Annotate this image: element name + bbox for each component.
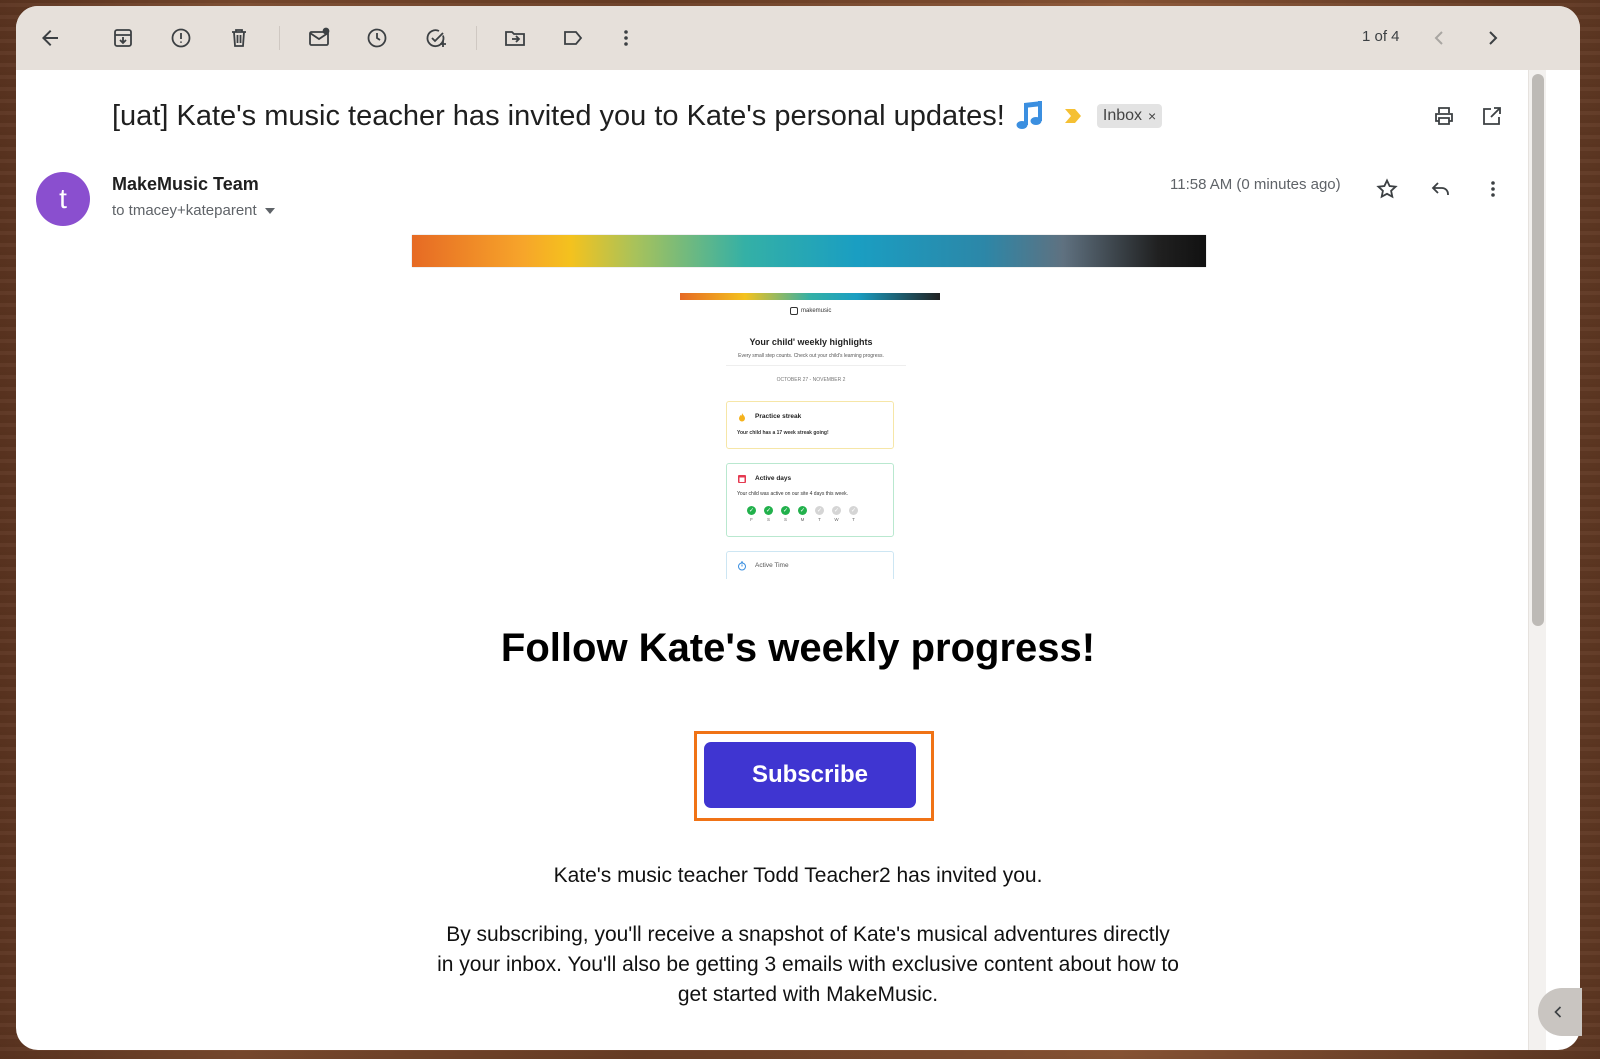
- add-to-tasks-icon[interactable]: [416, 18, 456, 58]
- active-time-card: Active Time: [726, 551, 894, 579]
- day-indicator: ✓ S: [781, 506, 790, 522]
- day-label: M: [800, 517, 805, 522]
- toolbar-divider: [476, 26, 477, 50]
- preview-subtitle: Every small step counts. Check out your …: [738, 353, 884, 359]
- scrollbar-thumb[interactable]: [1532, 74, 1544, 626]
- active-time-title: Active Time: [755, 562, 789, 569]
- gmail-window: 1 of 4 [uat] Kate's music teacher has in…: [16, 6, 1580, 1050]
- label-icon[interactable]: [553, 18, 593, 58]
- check-icon: ✓: [747, 506, 756, 515]
- toolbar-divider: [279, 26, 280, 50]
- weekly-highlights-preview-image: makemusic Your child' weekly highlights …: [680, 293, 942, 579]
- day-indicator: ✓ T: [849, 506, 858, 522]
- calendar-icon: [738, 475, 746, 483]
- musical-note-icon: [1013, 98, 1049, 134]
- vertical-scrollbar[interactable]: [1528, 70, 1546, 1050]
- pagination-count: 1 of 4: [1362, 28, 1400, 45]
- streak-card-text: Your child has a 17 week streak going!: [737, 430, 829, 436]
- older-chevron-icon[interactable]: [1472, 18, 1512, 58]
- active-days-card: Active days Your child was active on our…: [726, 463, 894, 537]
- check-icon: ✓: [832, 506, 841, 515]
- makemusic-logo-icon: [790, 307, 798, 315]
- active-days-title: Active days: [755, 475, 792, 482]
- check-icon: ✓: [764, 506, 773, 515]
- label-chip-text: Inbox: [1102, 107, 1143, 124]
- day-indicator: ✓ T: [815, 506, 824, 522]
- day-indicator: ✓ W: [832, 506, 841, 522]
- remove-label-icon[interactable]: ×: [1148, 108, 1156, 124]
- day-label: F: [750, 517, 753, 522]
- day-indicator: ✓ M: [798, 506, 807, 522]
- preview-logo: makemusic: [790, 307, 831, 315]
- day-label: T: [818, 517, 821, 522]
- practice-streak-card: Practice streak Your child has a 17 week…: [726, 401, 894, 449]
- report-spam-icon[interactable]: [161, 18, 201, 58]
- recipient-line: to tmacey+kateparent: [112, 202, 275, 219]
- more-vert-icon[interactable]: [606, 18, 646, 58]
- day-label: W: [834, 517, 839, 522]
- delete-icon[interactable]: [219, 18, 259, 58]
- check-icon: ✓: [781, 506, 790, 515]
- email-subject: [uat] Kate's music teacher has invited y…: [112, 99, 1005, 132]
- preview-gradient-bar: [680, 293, 940, 300]
- star-icon[interactable]: [1370, 172, 1404, 206]
- active-days-text: Your child was active on our site 4 days…: [737, 491, 848, 497]
- subscribe-button[interactable]: Subscribe: [704, 742, 916, 808]
- show-details-dropdown-icon[interactable]: [264, 207, 275, 214]
- mark-unread-icon[interactable]: [299, 18, 339, 58]
- check-icon: ✓: [798, 506, 807, 515]
- newer-chevron-icon[interactable]: [1420, 18, 1460, 58]
- preview-divider: [726, 365, 906, 366]
- check-icon: ✓: [815, 506, 824, 515]
- sender-name[interactable]: MakeMusic Team: [112, 174, 259, 195]
- subscription-description: By subscribing, you'll receive a snapsho…: [437, 923, 1179, 1006]
- preview-title: Your child' weekly highlights: [749, 337, 873, 347]
- move-to-icon[interactable]: [495, 18, 535, 58]
- sender-avatar[interactable]: t: [36, 172, 90, 226]
- message-more-vert-icon[interactable]: [1476, 172, 1510, 206]
- inbox-label-chip: Inbox ×: [1096, 104, 1163, 128]
- message-toolbar: 1 of 4: [16, 6, 1580, 70]
- preview-logo-text: makemusic: [801, 308, 832, 314]
- invite-text: Kate's music teacher Todd Teacher2 has i…: [553, 864, 1043, 887]
- archive-icon[interactable]: [103, 18, 143, 58]
- side-panel-toggle[interactable]: [1538, 988, 1582, 1036]
- open-in-new-window-icon[interactable]: [1476, 100, 1508, 132]
- check-icon: ✓: [849, 506, 858, 515]
- back-arrow-icon[interactable]: [30, 18, 70, 58]
- message-timestamp: 11:58 AM (0 minutes ago): [1170, 176, 1341, 193]
- day-indicator: ✓ S: [764, 506, 773, 522]
- chevron-left-icon: [1554, 1006, 1562, 1018]
- stopwatch-icon: [738, 561, 746, 571]
- subject-row: [uat] Kate's music teacher has invited y…: [112, 94, 1163, 138]
- email-header-gradient-banner: [412, 235, 1206, 267]
- day-label: S: [766, 517, 770, 522]
- print-icon[interactable]: [1428, 100, 1460, 132]
- reply-icon[interactable]: [1423, 172, 1457, 206]
- day-indicator: ✓ F: [747, 506, 756, 522]
- day-label: S: [783, 517, 787, 522]
- flame-icon: [739, 413, 745, 422]
- active-days-row: ✓ F ✓ S ✓ S ✓ M ✓ T ✓ W ✓ T: [747, 506, 858, 522]
- preview-date-range: OCTOBER 27 - NOVEMBER 2: [776, 377, 846, 383]
- day-label: T: [852, 517, 855, 522]
- importance-marker-icon[interactable]: [1063, 108, 1083, 124]
- streak-card-title: Practice streak: [755, 413, 802, 420]
- snooze-icon[interactable]: [357, 18, 397, 58]
- recipient-text: to tmacey+kateparent: [112, 202, 257, 219]
- email-headline: Follow Kate's weekly progress!: [500, 626, 1096, 670]
